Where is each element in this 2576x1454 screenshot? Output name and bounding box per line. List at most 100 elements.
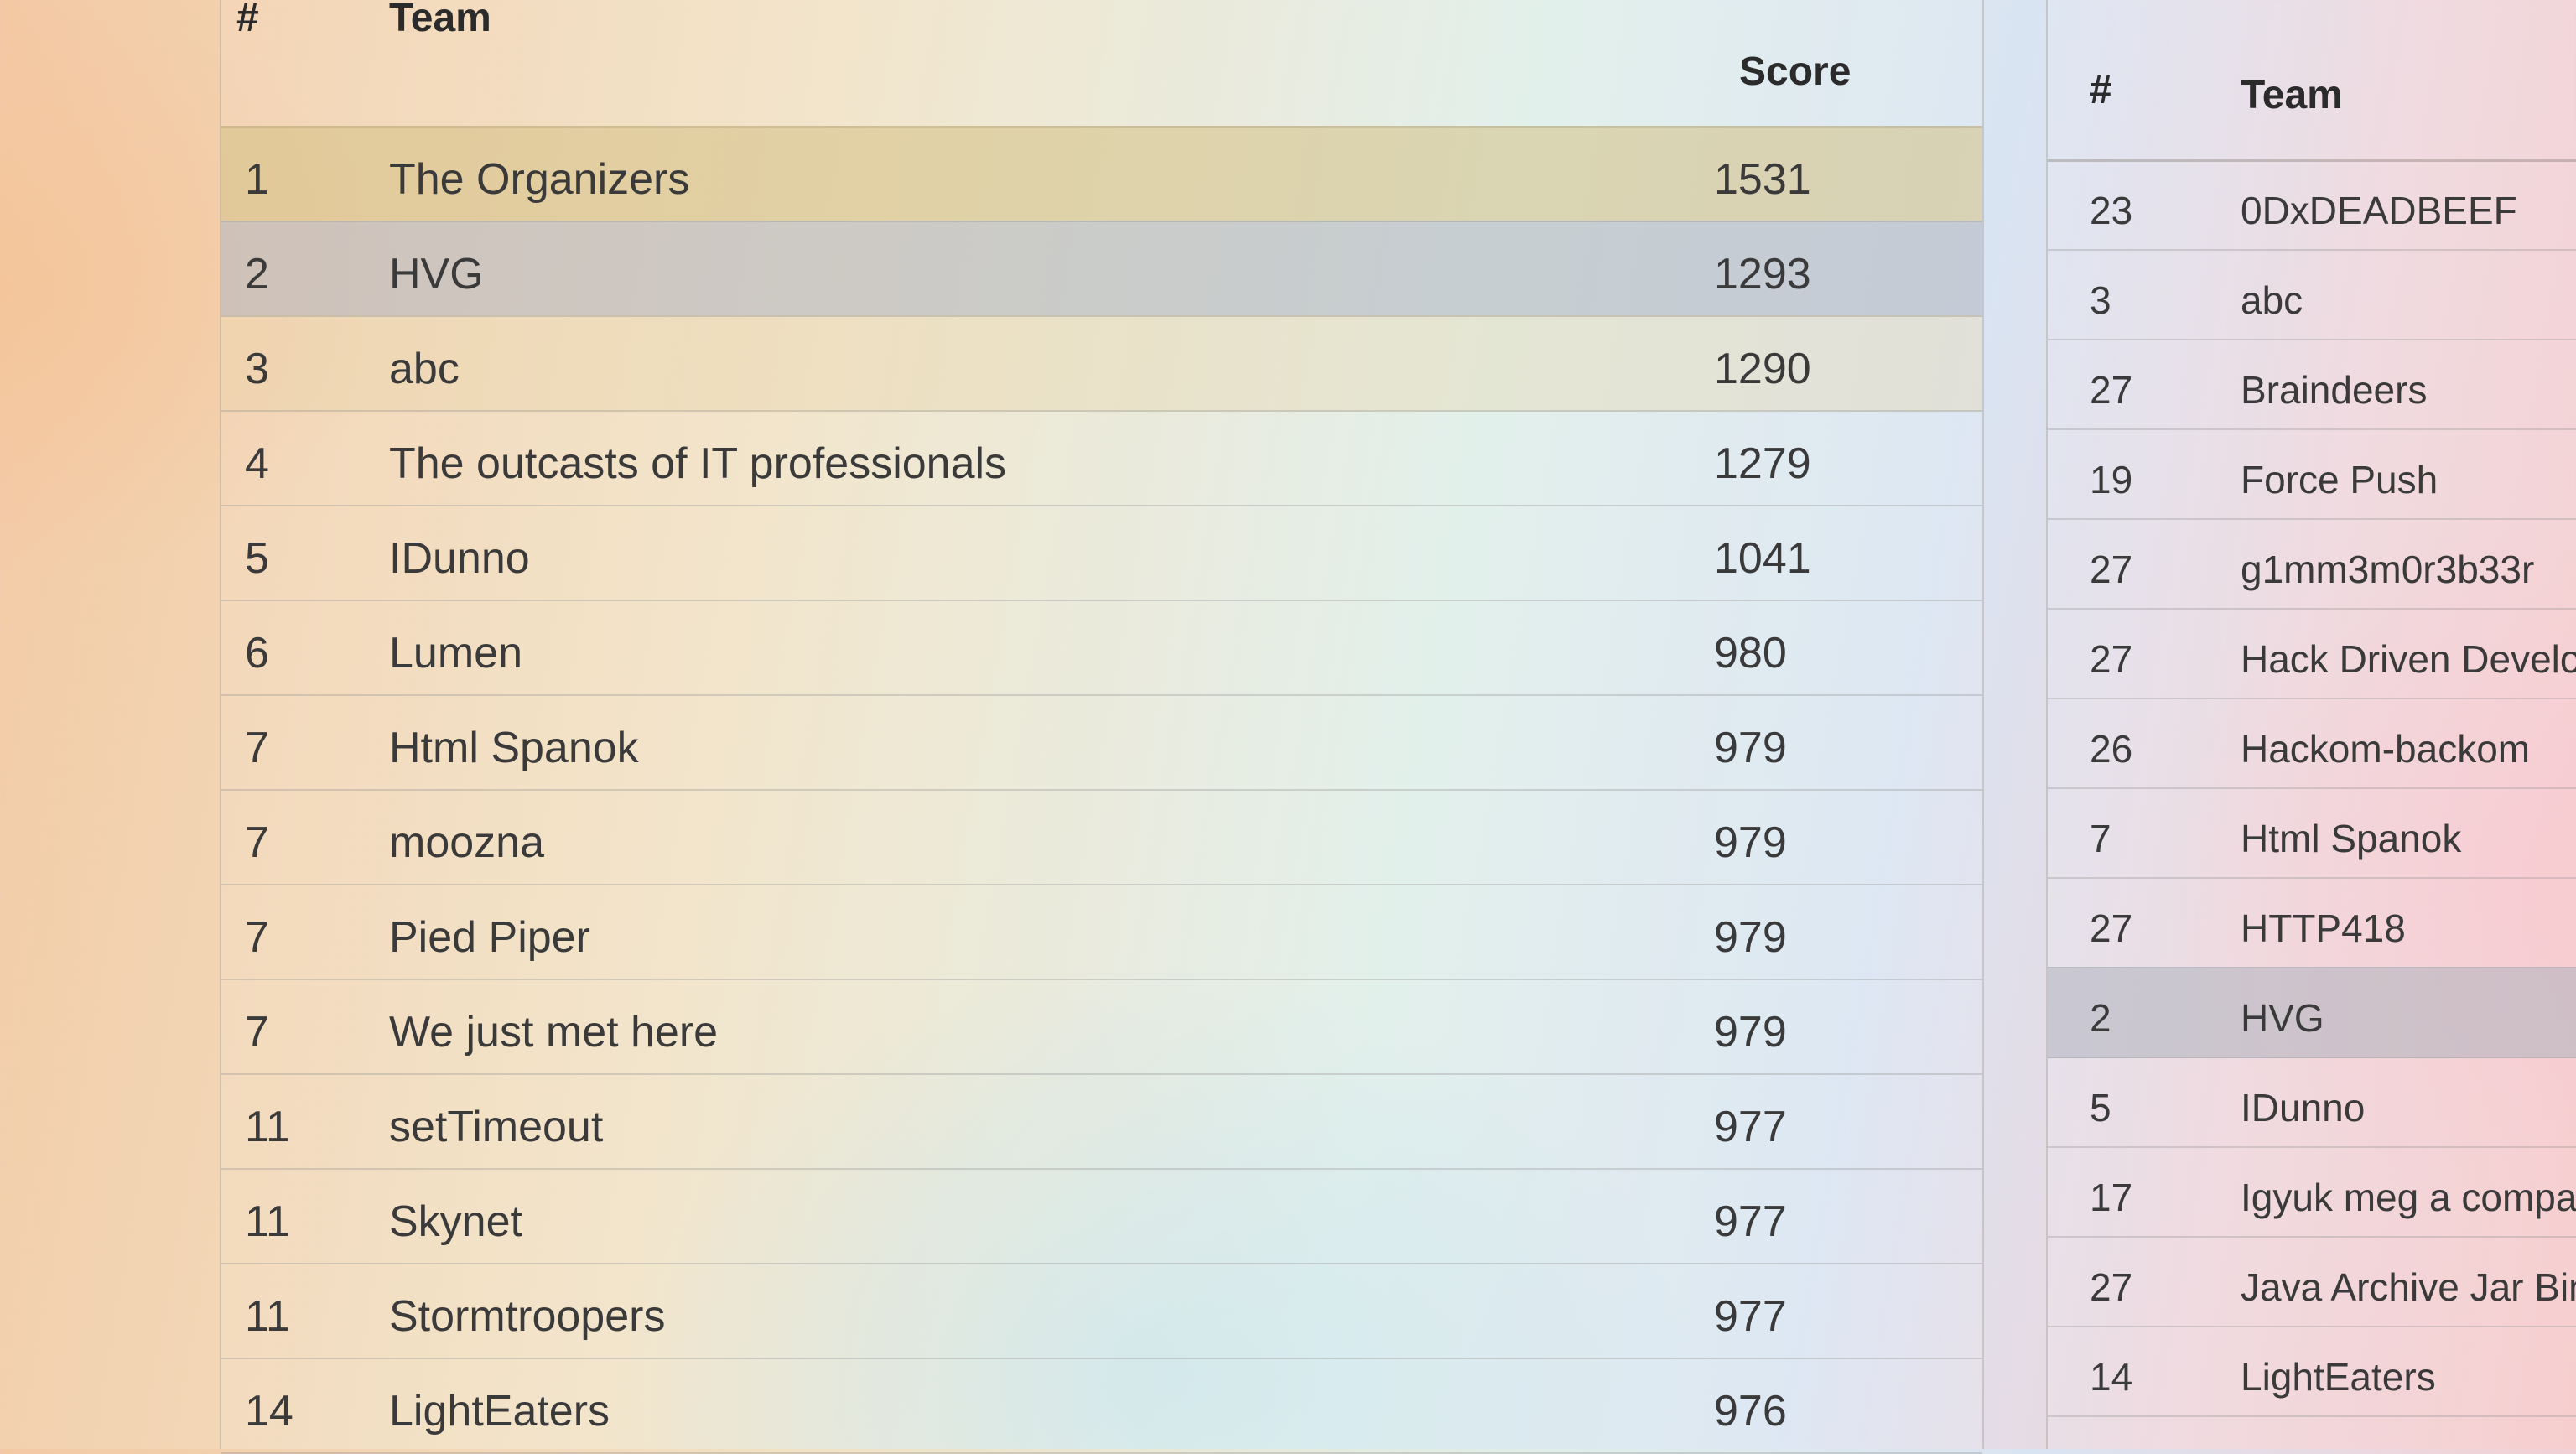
score-cell: 977 xyxy=(1714,1292,1787,1341)
team-name-cell: Force Push xyxy=(2241,458,2438,501)
score-cell: 979 xyxy=(1714,1008,1787,1057)
rank-cell: 14 xyxy=(2090,1355,2133,1399)
team-name-cell: setTimeout xyxy=(389,1103,604,1151)
table-row: 27 HTTP418 xyxy=(2048,877,2576,968)
team-name-cell: IDunno xyxy=(389,534,530,583)
team-name-cell: LightEaters xyxy=(2241,1355,2436,1399)
table-row: 26 Hackom-backom xyxy=(2048,698,2576,789)
table-row: 1 The Organizers 1531 xyxy=(221,126,1982,222)
team-name-cell: The Organizers xyxy=(389,155,690,204)
score-cell: 1293 xyxy=(1714,250,1811,299)
rank-cell: 27 xyxy=(2090,906,2133,950)
team-name-cell: Igyuk meg a compareTo-t xyxy=(2241,1176,2576,1219)
table-row: 14 LightEaters 976 xyxy=(221,1358,1982,1454)
rank-cell: 11 xyxy=(245,1292,290,1341)
scoreboard-header: # Team Score xyxy=(221,0,1982,128)
table-row: 23 0DxDEADBEEF xyxy=(2048,159,2576,251)
team-name-cell: moozna xyxy=(389,818,544,867)
table-row: 11 Skynet 977 xyxy=(221,1168,1982,1264)
table-row: 7 Html Spanok 979 xyxy=(221,694,1982,791)
team-name-cell: Html Spanok xyxy=(2241,817,2462,860)
table-row: 2 HVG 1293 xyxy=(221,221,1982,317)
team-name-cell: g1mm3m0r3b33r xyxy=(2241,548,2535,591)
rank-cell: 27 xyxy=(2090,368,2133,412)
team-name-cell: HTTP418 xyxy=(2241,906,2406,950)
teams-table-header: # Team xyxy=(2048,0,2576,162)
table-row: 7 moozna 979 xyxy=(221,789,1982,885)
rank-cell: 17 xyxy=(2090,1176,2133,1219)
rank-cell: 11 xyxy=(245,1103,290,1151)
rank-cell: 7 xyxy=(2090,817,2111,860)
rank-cell: 6 xyxy=(245,629,269,678)
score-cell: 979 xyxy=(1714,913,1787,962)
team-name-cell: 0DxDEADBEEF xyxy=(2241,189,2517,232)
rank-cell: 7 xyxy=(245,818,269,867)
rank-cell: 27 xyxy=(2090,548,2133,591)
rank-cell: 11 xyxy=(245,1197,290,1246)
team-name-cell: Skynet xyxy=(389,1197,522,1246)
rank-column-header: # xyxy=(236,0,259,40)
score-column-header: Score xyxy=(1739,49,1852,94)
score-cell: 977 xyxy=(1714,1197,1787,1246)
rank-cell: 27 xyxy=(2090,1265,2133,1309)
table-row: 27 Hack Driven Developm xyxy=(2048,608,2576,699)
rank-column-header: # xyxy=(2090,68,2112,112)
table-row: 7 Html Spanok xyxy=(2048,787,2576,879)
rank-cell: 7 xyxy=(245,1008,269,1057)
team-name-cell: Stormtroopers xyxy=(389,1292,666,1341)
table-row: 7 Pied Piper 979 xyxy=(221,884,1982,980)
table-row: 6 Lumen 980 xyxy=(221,600,1982,696)
score-cell: 980 xyxy=(1714,629,1787,678)
rank-cell: 2 xyxy=(2090,996,2111,1040)
team-name-cell: Java Archive Jar Binks xyxy=(2241,1265,2576,1309)
rank-cell: 5 xyxy=(245,534,269,583)
rank-cell: 3 xyxy=(2090,278,2111,322)
team-name-cell: HVG xyxy=(2241,996,2324,1040)
score-cell: 977 xyxy=(1714,1103,1787,1151)
table-row: 19 Force Push xyxy=(2048,428,2576,520)
score-cell: 1290 xyxy=(1714,345,1811,393)
rank-cell: 4 xyxy=(245,439,269,488)
score-cell: 979 xyxy=(1714,818,1787,867)
table-row: 7 We just met here 979 xyxy=(221,979,1982,1075)
rank-cell: 7 xyxy=(245,724,269,772)
rank-cell: 7 xyxy=(245,913,269,962)
rank-cell: 27 xyxy=(2090,637,2133,681)
team-name-cell: abc xyxy=(2241,278,2303,322)
rank-cell: 5 xyxy=(2090,1086,2111,1129)
table-row: 5 IDunno 1041 xyxy=(221,505,1982,601)
rank-cell: 14 xyxy=(245,1387,293,1436)
scoreboard-table: # Team Score 1 The Organizers 1531 2 HVG 1293… xyxy=(220,0,1984,1454)
table-row: 3 abc xyxy=(2048,249,2576,340)
score-cell: 1279 xyxy=(1714,439,1811,488)
team-name-cell: Pied Piper xyxy=(389,913,590,962)
team-name-cell: Lumen xyxy=(389,629,522,678)
table-row: 27 g1mm3m0r3b33r xyxy=(2048,518,2576,610)
table-row: 4 The outcasts of IT professionals 1279 xyxy=(221,410,1982,506)
team-name-cell: abc xyxy=(389,345,460,393)
team-name-cell: Braindeers xyxy=(2241,368,2428,412)
table-row: 3 abc 1290 xyxy=(221,315,1982,412)
table-row: 2 HVG xyxy=(2048,967,2576,1058)
table-row: 14 LightEaters xyxy=(2048,1326,2576,1417)
team-name-cell: IDunno xyxy=(2241,1086,2366,1129)
rank-cell: 1 xyxy=(245,155,269,204)
rank-cell: 26 xyxy=(2090,727,2133,771)
table-row: 5 IDunno xyxy=(2048,1057,2576,1148)
team-name-cell: Hackom-backom xyxy=(2241,727,2531,771)
score-cell: 1041 xyxy=(1714,534,1811,583)
team-name-cell: The outcasts of IT professionals xyxy=(389,439,1007,488)
table-row: 27 Braindeers xyxy=(2048,339,2576,430)
table-row: 11 setTimeout 977 xyxy=(221,1073,1982,1170)
team-name-cell: We just met here xyxy=(389,1008,719,1057)
score-cell: 1531 xyxy=(1714,155,1811,204)
team-column-header: Team xyxy=(389,0,491,40)
teams-alphabetical-table: # Team 23 0DxDEADBEEF 3 abc 27 Braindeers 19 Fo… xyxy=(2046,0,2576,1449)
table-row: 11 Stormtroopers 977 xyxy=(221,1263,1982,1359)
score-cell: 976 xyxy=(1714,1387,1787,1436)
table-row: 27 Java Archive Jar Binks xyxy=(2048,1236,2576,1327)
team-name-cell: Hack Driven Developm xyxy=(2241,637,2576,681)
team-name-cell: LightEaters xyxy=(389,1387,610,1436)
table-row: 17 Igyuk meg a compareTo-t xyxy=(2048,1146,2576,1238)
team-column-header: Team xyxy=(2241,73,2343,117)
